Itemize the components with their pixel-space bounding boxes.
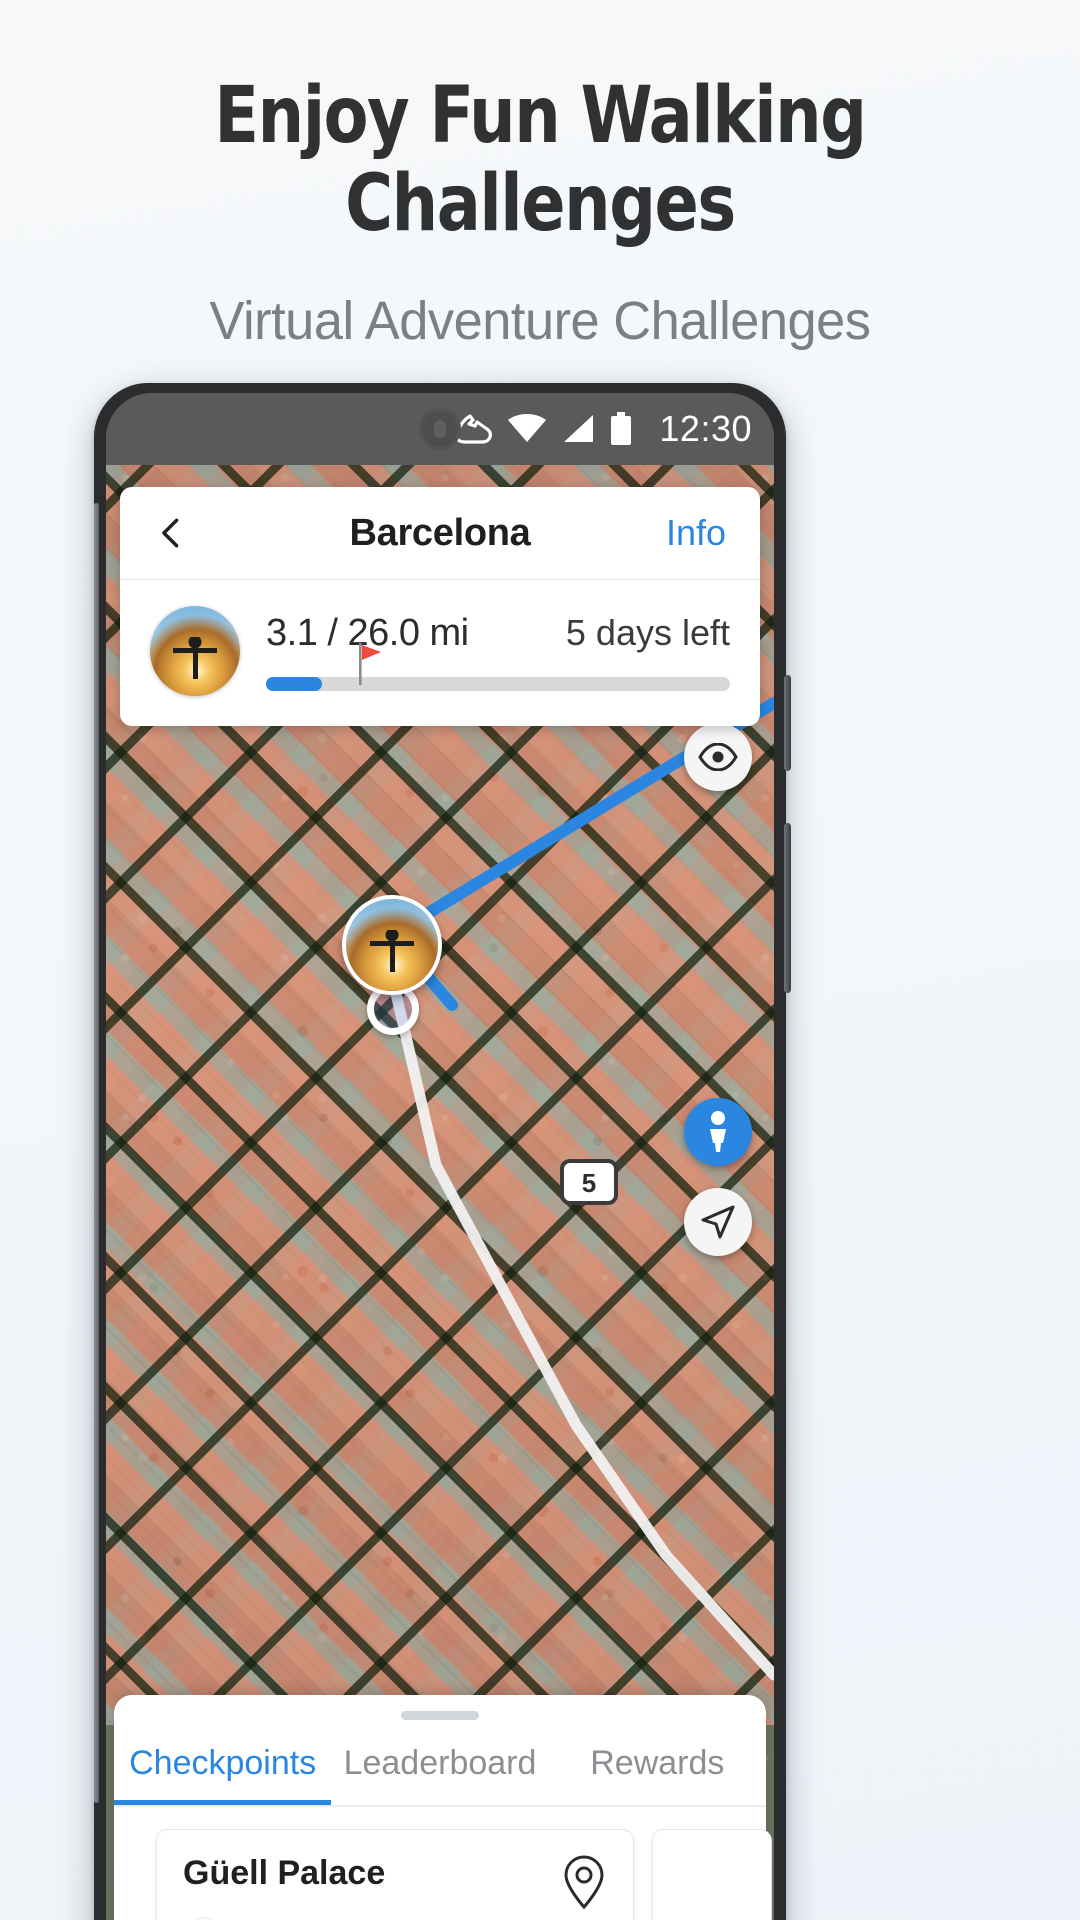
battery-icon bbox=[611, 412, 632, 445]
checkpoint-card[interactable]: Güell Palace 3.5/26.1 mi bbox=[156, 1829, 634, 1920]
days-left-value: 5 days left bbox=[565, 611, 730, 653]
page-title: Enjoy Fun Walking Challenges bbox=[214, 71, 867, 249]
promo-header: Enjoy Fun Walking Challenges Virtual Adv… bbox=[0, 0, 1080, 352]
info-button[interactable]: Info bbox=[666, 512, 726, 554]
front-camera-punchhole bbox=[419, 408, 461, 450]
tab-bar: Checkpoints Leaderboard Rewards bbox=[114, 1744, 766, 1805]
eye-icon bbox=[698, 743, 738, 771]
navigate-arrow-icon-button[interactable] bbox=[684, 1188, 752, 1256]
challenge-card-header: Barcelona Info bbox=[120, 487, 760, 580]
phone-mockup: 12:30 5 Barcelona Info 3.1 / 26.0 mi 5 d… bbox=[94, 383, 791, 1920]
progress-bar bbox=[266, 642, 730, 691]
status-bar-clock: 12:30 bbox=[659, 408, 752, 449]
page-subtitle: Virtual Adventure Challenges bbox=[209, 291, 871, 351]
phone-power-button[interactable] bbox=[784, 675, 791, 771]
navigate-arrow-icon bbox=[701, 1205, 735, 1239]
progress-fill bbox=[266, 676, 322, 691]
flag-icon bbox=[358, 642, 381, 685]
progress-track bbox=[266, 676, 730, 691]
avatar-artwork bbox=[150, 606, 240, 696]
road-shield-marker: 5 bbox=[558, 1155, 620, 1218]
sheet-drag-handle[interactable] bbox=[401, 1711, 479, 1720]
pegman-icon bbox=[710, 1111, 726, 1152]
progress-column: 3.1 / 26.0 mi 5 days left bbox=[266, 612, 730, 691]
eye-icon-button[interactable] bbox=[684, 723, 752, 791]
map-pin-icon[interactable] bbox=[561, 1854, 607, 1910]
active-tab-indicator bbox=[114, 1800, 332, 1805]
checkpoint-name: Güell Palace bbox=[183, 1854, 386, 1892]
status-icons: 12:30 bbox=[453, 408, 752, 450]
avatar bbox=[150, 606, 240, 696]
challenge-title: Barcelona bbox=[349, 511, 531, 554]
cellular-signal-icon bbox=[564, 415, 594, 442]
avatar-artwork bbox=[346, 899, 438, 991]
flag-marker bbox=[358, 642, 389, 690]
checkpoint-list: Güell Palace 3.5/26.1 mi bbox=[114, 1807, 772, 1920]
tab-leaderboard[interactable]: Leaderboard bbox=[331, 1744, 548, 1805]
tab-checkpoints[interactable]: Checkpoints bbox=[114, 1744, 331, 1805]
status-bar: 12:30 bbox=[106, 393, 774, 465]
tab-rewards[interactable]: Rewards bbox=[549, 1744, 766, 1805]
bottom-sheet[interactable]: Checkpoints Leaderboard Rewards Güell Pa… bbox=[114, 1695, 772, 1920]
challenge-progress-row: 3.1 / 26.0 mi 5 days left bbox=[120, 580, 760, 726]
pegman-icon-button[interactable] bbox=[684, 1098, 752, 1166]
chevron-left-icon[interactable] bbox=[154, 516, 188, 550]
phone-screen: 12:30 5 Barcelona Info 3.1 / 26.0 mi 5 d… bbox=[106, 393, 774, 1920]
checkpoint-card-next[interactable] bbox=[652, 1829, 772, 1920]
challenge-card: Barcelona Info 3.1 / 26.0 mi 5 days left bbox=[120, 487, 760, 726]
shield-number: 5 bbox=[582, 1168, 596, 1198]
phone-volume-button[interactable] bbox=[784, 823, 791, 993]
player-avatar-marker[interactable] bbox=[342, 895, 442, 995]
wifi-icon bbox=[508, 414, 547, 442]
